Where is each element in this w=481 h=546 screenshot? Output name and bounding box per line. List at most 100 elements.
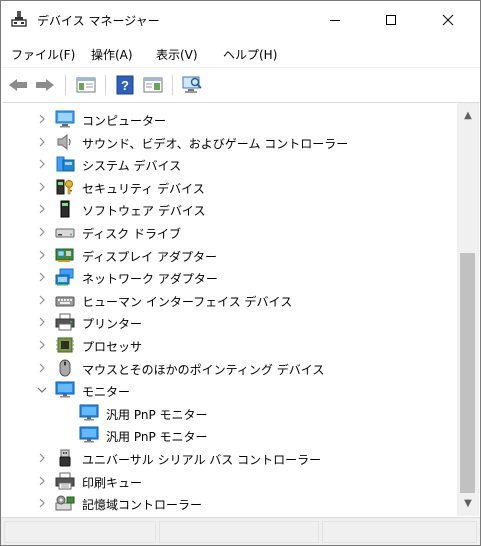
view-icon	[143, 77, 163, 93]
chevron-right-icon[interactable]	[36, 112, 48, 126]
tree-row[interactable]: マウスとそのほかのポインティング デバイス	[2, 357, 457, 379]
display-adapter-icon	[55, 246, 75, 264]
tree-row[interactable]: ディスク ドライブ	[2, 221, 457, 243]
toolbar: ?	[1, 67, 480, 101]
tree-row-label: セキュリティ デバイス	[82, 181, 205, 196]
monitor-icon	[55, 381, 75, 399]
title-bar[interactable]: デバイス マネージャー	[1, 1, 480, 39]
tree-row-label: プロセッサ	[82, 340, 143, 354]
monitor-icon	[79, 404, 99, 422]
menu-view[interactable]: 表示(V)	[156, 46, 198, 63]
tree-row-label: ディスプレイ アダプター	[82, 249, 217, 264]
tree-row[interactable]: 汎用 PnP モニター	[2, 402, 457, 424]
help-button[interactable]: ?	[113, 73, 137, 97]
tree-row-label: システム デバイス	[82, 159, 182, 174]
tree-row-label: 汎用 PnP モニター	[106, 430, 208, 445]
mouse-icon	[55, 359, 75, 377]
chevron-right-icon[interactable]	[36, 225, 48, 239]
system-device-icon	[55, 155, 75, 173]
printer-icon	[55, 313, 75, 331]
tree-row[interactable]: ヒューマン インターフェイス デバイス	[2, 289, 457, 311]
forward-button[interactable]	[33, 73, 57, 97]
processor-icon	[55, 336, 75, 354]
tree-row-label: 汎用 PnP モニター	[106, 407, 208, 422]
tree-row-label: マウスとそのほかのポインティング デバイス	[82, 362, 325, 377]
tree-row-label: 印刷キュー	[82, 475, 143, 490]
scrollbar-thumb[interactable]	[460, 253, 475, 493]
back-button[interactable]	[6, 73, 30, 97]
device-tree[interactable]: コンピューターサウンド、ビデオ、およびゲーム コントローラーシステム デバイスセ…	[2, 102, 457, 516]
back-arrow-icon	[9, 79, 27, 91]
menu-action[interactable]: 操作(A)	[91, 46, 133, 63]
scan-hardware-icon	[182, 76, 202, 93]
tree-row[interactable]: コンピューター	[2, 108, 457, 130]
chevron-right-icon[interactable]	[36, 248, 48, 262]
tree-row[interactable]: サウンド、ビデオ、およびゲーム コントローラー	[2, 131, 457, 153]
tree-row[interactable]: ソフトウェア デバイス	[2, 198, 457, 220]
status-pane-3	[322, 521, 477, 543]
network-adapter-icon	[55, 268, 75, 286]
device-manager-app-icon	[11, 11, 27, 27]
chevron-right-icon[interactable]	[36, 496, 48, 510]
tree-row-label: モニター	[82, 385, 131, 400]
toolbar-separator	[65, 75, 66, 95]
chevron-right-icon[interactable]	[36, 202, 48, 216]
close-icon	[442, 14, 454, 26]
chevron-right-icon[interactable]	[36, 270, 48, 284]
maximize-button[interactable]	[368, 1, 414, 39]
tree-row[interactable]: モニター	[2, 379, 457, 401]
chevron-right-icon[interactable]	[36, 180, 48, 194]
scroll-down-arrow-icon[interactable]: ▼	[457, 495, 479, 511]
hid-icon	[55, 291, 75, 309]
status-pane-1	[4, 521, 156, 543]
scroll-up-arrow-icon[interactable]: ▲	[457, 107, 479, 123]
menu-bar: ファイル(F) 操作(A) 表示(V) ヘルプ(H)	[1, 41, 480, 67]
tree-row-label: ユニバーサル シリアル バス コントローラー	[82, 453, 322, 467]
tree-row-label: ディスク ドライブ	[82, 227, 181, 241]
menu-file[interactable]: ファイル(F)	[11, 46, 75, 63]
device-manager-window: デバイス マネージャー ファイル(F) 操作(A) 表示(V) ヘルプ(H) ?	[0, 0, 481, 546]
tree-row-label: 記憶域コントローラー	[82, 498, 203, 513]
chevron-down-icon[interactable]	[36, 383, 48, 397]
minimize-button[interactable]	[312, 1, 358, 39]
tree-row[interactable]: ディスプレイ アダプター	[2, 244, 457, 266]
tree-row-label: プリンター	[82, 317, 143, 332]
tree-row[interactable]: ネットワーク アダプター	[2, 266, 457, 288]
tree-row[interactable]: プロセッサ	[2, 334, 457, 356]
tree-row-label: ヒューマン インターフェイス デバイス	[82, 294, 293, 309]
status-pane-2	[159, 521, 319, 543]
window-title: デバイス マネージャー	[37, 14, 160, 28]
chevron-right-icon[interactable]	[36, 451, 48, 465]
tree-row[interactable]: 汎用 PnP モニター	[2, 424, 457, 446]
chevron-right-icon[interactable]	[36, 474, 48, 488]
menu-help[interactable]: ヘルプ(H)	[223, 46, 277, 63]
chevron-right-icon[interactable]	[36, 157, 48, 171]
scan-hardware-button[interactable]	[180, 73, 204, 97]
chevron-right-icon[interactable]	[36, 293, 48, 307]
chevron-right-icon[interactable]	[36, 338, 48, 352]
tree-row[interactable]: 印刷キュー	[2, 470, 457, 492]
chevron-right-icon[interactable]	[36, 361, 48, 375]
toolbar-separator	[105, 75, 106, 95]
tree-row[interactable]: システム デバイス	[2, 153, 457, 175]
disk-drive-icon	[55, 223, 75, 241]
print-queue-icon	[55, 472, 75, 490]
close-button[interactable]	[425, 1, 471, 39]
speaker-icon	[55, 133, 75, 151]
monitor-icon	[79, 426, 99, 444]
chevron-right-icon[interactable]	[36, 315, 48, 329]
properties-icon	[76, 77, 96, 93]
storage-controller-icon	[55, 494, 75, 512]
chevron-right-icon[interactable]	[36, 135, 48, 149]
tree-row[interactable]: ユニバーサル シリアル バス コントローラー	[2, 447, 457, 469]
tree-row[interactable]: プリンター	[2, 311, 457, 333]
svg-text:?: ?	[121, 78, 129, 93]
toolbar-separator	[172, 75, 173, 95]
tree-row[interactable]: セキュリティ デバイス	[2, 176, 457, 198]
tree-row-label: コンピューター	[82, 114, 167, 128]
vertical-scrollbar[interactable]: ▲ ▼	[457, 102, 479, 516]
tree-row[interactable]: 記憶域コントローラー	[2, 492, 457, 514]
tree-row-label: ソフトウェア デバイス	[82, 204, 206, 219]
view-button[interactable]	[141, 73, 165, 97]
properties-button[interactable]	[74, 73, 98, 97]
